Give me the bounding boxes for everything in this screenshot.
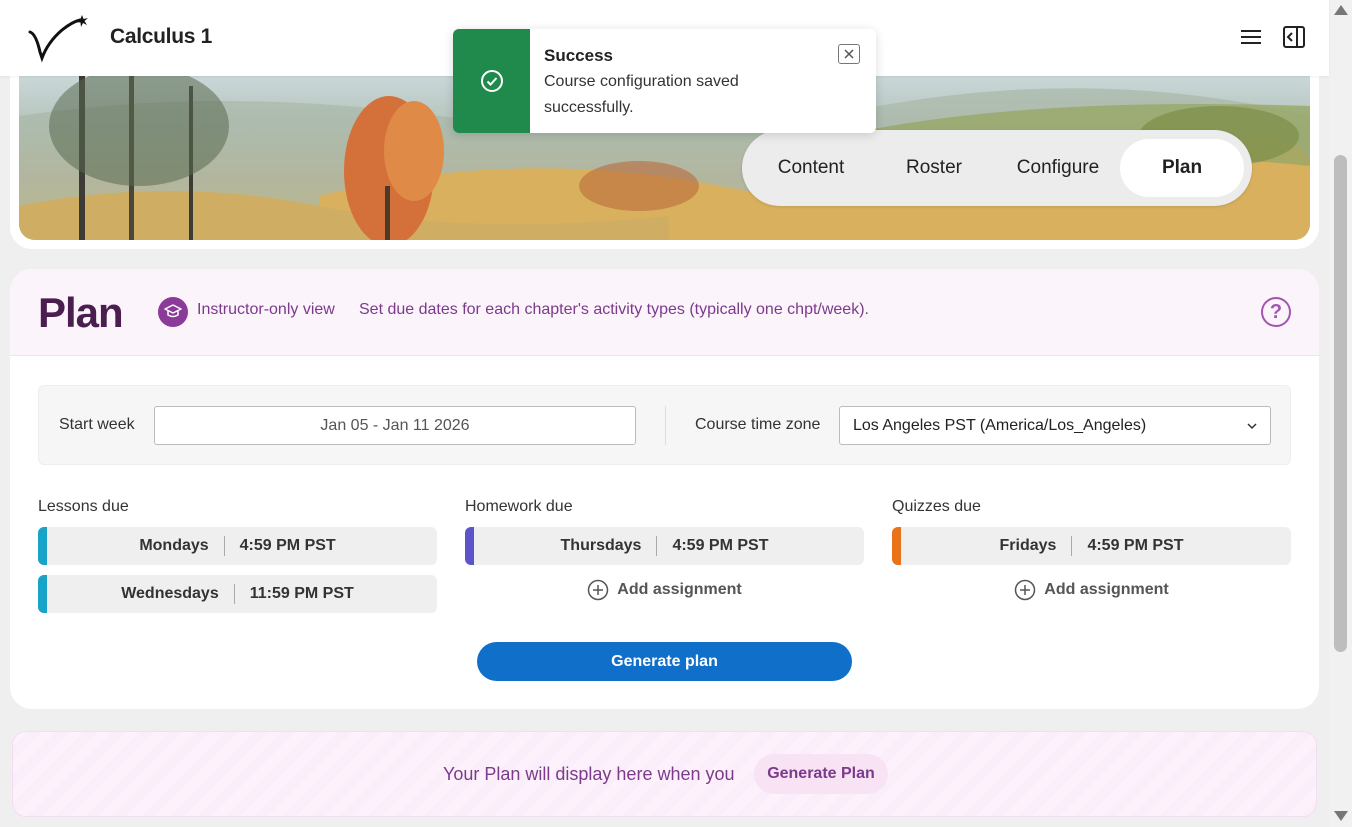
- due-time: 11:59 PM PST: [249, 585, 354, 602]
- start-week-label: Start week: [59, 416, 135, 433]
- tab-configure[interactable]: Configure: [996, 139, 1120, 197]
- timezone-label: Course time zone: [695, 416, 821, 433]
- due-day: Wednesdays: [121, 585, 219, 602]
- toast-status-bar: [453, 29, 530, 133]
- lessons-due-column: Lessons due Mondays 4:59 PM PST Wednesda…: [38, 497, 437, 623]
- hamburger-menu-icon[interactable]: [1238, 24, 1264, 50]
- toast-title: Success: [544, 46, 613, 65]
- toast-close-button[interactable]: [838, 44, 860, 64]
- plan-settings-row: Start week Jan 05 - Jan 11 2026 Course t…: [38, 385, 1291, 465]
- lesson-due-item[interactable]: Wednesdays 11:59 PM PST: [38, 575, 437, 613]
- tab-plan[interactable]: Plan: [1120, 139, 1244, 197]
- close-icon: [844, 49, 854, 59]
- check-circle-icon: [481, 70, 503, 92]
- page-title: Plan: [38, 289, 124, 336]
- plan-placeholder: Your Plan will display here when you Gen…: [12, 731, 1317, 817]
- tab-content[interactable]: Content: [750, 139, 872, 197]
- scroll-down-arrow-icon[interactable]: [1334, 811, 1348, 821]
- instructor-only-label: Instructor-only view: [197, 301, 335, 318]
- start-week-input[interactable]: Jan 05 - Jan 11 2026: [154, 406, 636, 445]
- add-assignment-label: Add assignment: [617, 581, 742, 598]
- logo-icon: [28, 15, 88, 63]
- scrollbar-thumb[interactable]: [1334, 155, 1347, 652]
- settings-divider: [665, 406, 666, 445]
- scroll-up-arrow-icon[interactable]: [1334, 5, 1348, 15]
- lessons-due-label: Lessons due: [38, 498, 129, 515]
- plan-description: Set due dates for each chapter's activit…: [359, 301, 869, 318]
- homework-due-label: Homework due: [465, 498, 573, 515]
- tab-roster[interactable]: Roster: [872, 139, 996, 197]
- due-time: 4:59 PM PST: [672, 537, 769, 554]
- add-assignment-label: Add assignment: [1044, 581, 1169, 598]
- plan-header: Plan Instructor-only view Set due dates …: [10, 269, 1319, 356]
- lesson-due-item[interactable]: Mondays 4:59 PM PST: [38, 527, 437, 565]
- success-toast: Success Course configuration saved succe…: [453, 29, 876, 133]
- quiz-due-item[interactable]: Fridays 4:59 PM PST: [892, 527, 1291, 565]
- course-tabs: Content Roster Configure Plan: [742, 130, 1252, 206]
- toast-message: Course configuration saved successfully.: [544, 73, 739, 116]
- quiz-color-bar: [892, 527, 901, 565]
- graduation-cap-icon: [158, 297, 188, 327]
- timezone-value: Los Angeles PST (America/Los_Angeles): [853, 416, 1147, 434]
- placeholder-text: Your Plan will display here when you: [443, 764, 735, 784]
- homework-due-item[interactable]: Thursdays 4:59 PM PST: [465, 527, 864, 565]
- plus-circle-icon: [588, 579, 609, 601]
- due-separator: [223, 536, 225, 556]
- due-day: Mondays: [139, 537, 209, 554]
- due-separator: [656, 536, 658, 556]
- page-scrollbar[interactable]: [1329, 0, 1352, 827]
- lesson-color-bar: [38, 527, 47, 565]
- add-homework-assignment-button[interactable]: Add assignment: [465, 575, 864, 605]
- plan-card: Plan Instructor-only view Set due dates …: [10, 269, 1319, 709]
- plus-circle-icon: [1015, 579, 1036, 601]
- timezone-select[interactable]: Los Angeles PST (America/Los_Angeles): [839, 406, 1271, 445]
- due-time: 4:59 PM PST: [239, 537, 336, 554]
- chevron-down-icon: [1247, 423, 1257, 430]
- help-icon[interactable]: ?: [1261, 297, 1291, 327]
- quizzes-due-column: Quizzes due Fridays 4:59 PM PST Add assi…: [892, 497, 1291, 605]
- course-title: Calculus 1: [110, 25, 213, 48]
- due-separator: [1071, 536, 1073, 556]
- generate-plan-link-button[interactable]: Generate Plan: [754, 754, 888, 794]
- lesson-color-bar: [38, 575, 47, 613]
- sidebar-toggle-icon[interactable]: [1281, 24, 1307, 50]
- add-quiz-assignment-button[interactable]: Add assignment: [892, 575, 1291, 605]
- due-separator: [233, 584, 235, 604]
- due-day: Thursdays: [560, 537, 642, 554]
- homework-due-column: Homework due Thursdays 4:59 PM PST Add a…: [465, 497, 864, 605]
- quizzes-due-label: Quizzes due: [892, 498, 981, 515]
- due-time: 4:59 PM PST: [1087, 537, 1184, 554]
- generate-plan-button[interactable]: Generate plan: [477, 642, 852, 681]
- homework-color-bar: [465, 527, 474, 565]
- due-day: Fridays: [999, 537, 1057, 554]
